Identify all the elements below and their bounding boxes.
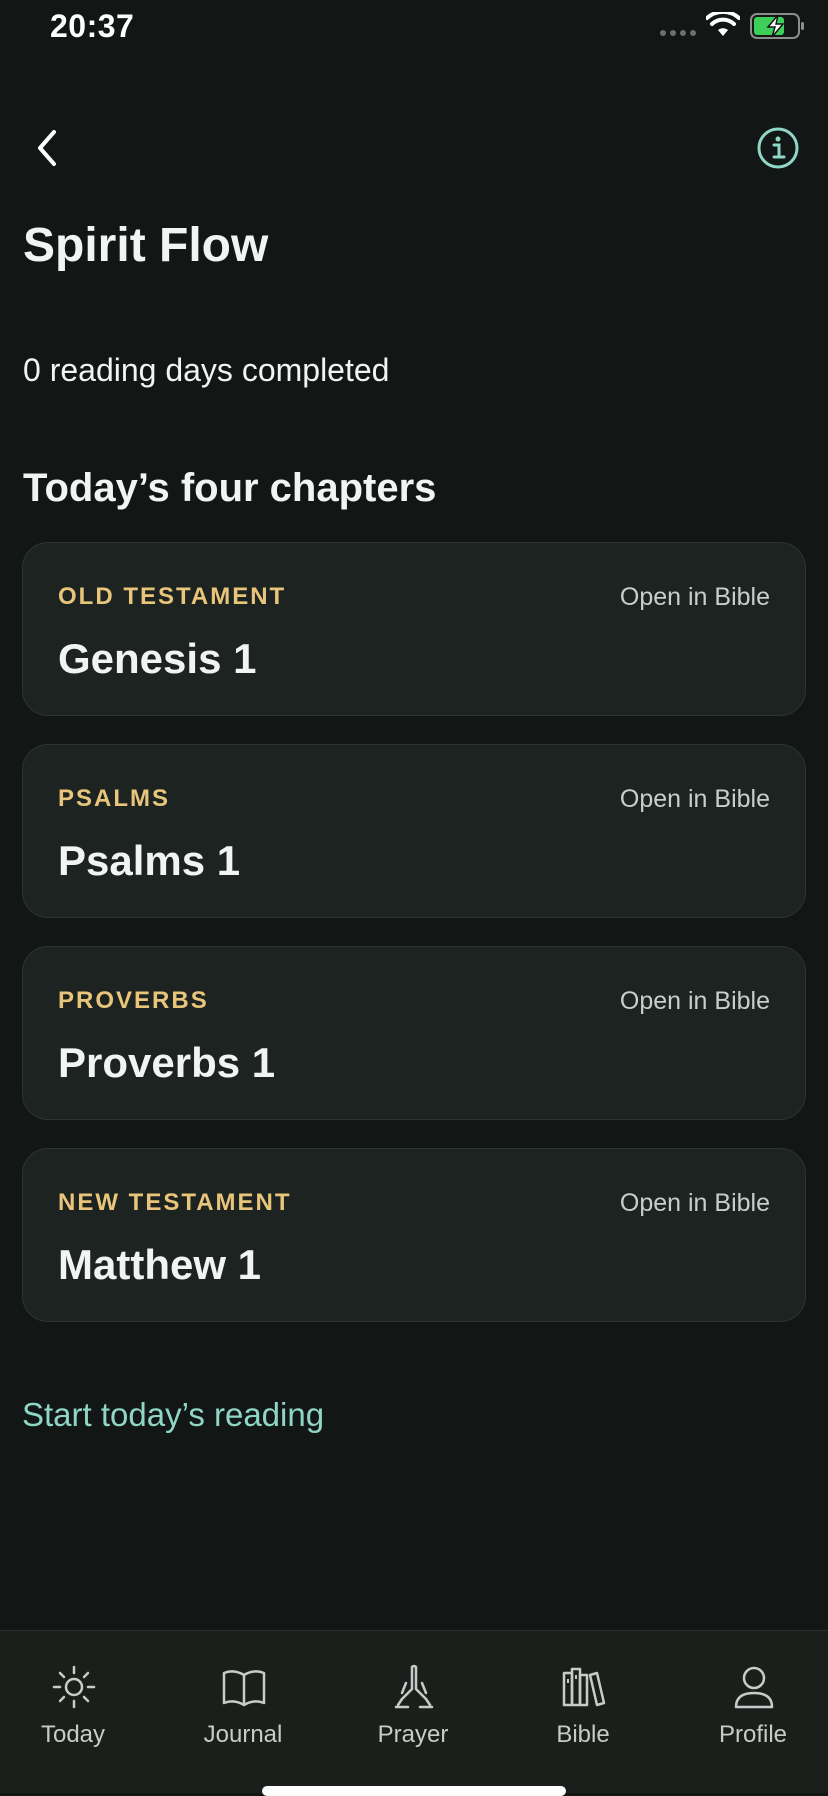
tab-label: Today [40, 1721, 106, 1748]
tab-prayer[interactable]: Prayer [348, 1663, 478, 1763]
praying-hands-icon [394, 1664, 434, 1709]
page-title: Spirit Flow [23, 219, 269, 272]
status-bar: 20:37 [0, 0, 828, 60]
status-time: 20:37 [50, 8, 135, 44]
home-indicator [262, 1786, 566, 1796]
chapter-card-psalms[interactable]: PSALMS Open in Bible Psalms 1 [22, 744, 806, 918]
bookshelf-icon [562, 1667, 606, 1707]
info-button[interactable] [756, 126, 800, 170]
open-in-bible-link[interactable]: Open in Bible [620, 987, 770, 1016]
tab-bible[interactable]: Bible [518, 1663, 648, 1763]
tab-profile[interactable]: Profile [688, 1663, 818, 1763]
tab-label: Prayer [377, 1721, 449, 1748]
chevron-left-icon [38, 130, 56, 166]
chapter-category-label: NEW TESTAMENT [58, 1189, 292, 1216]
chapter-card-new-testament[interactable]: NEW TESTAMENT Open in Bible Matthew 1 [22, 1148, 806, 1322]
reading-progress-text: 0 reading days completed [23, 352, 390, 388]
cellular-signal-icon [660, 30, 696, 36]
chapter-category-label: OLD TESTAMENT [58, 583, 287, 610]
tab-journal[interactable]: Journal [178, 1663, 308, 1763]
open-in-bible-link[interactable]: Open in Bible [620, 1189, 770, 1218]
section-title: Today’s four chapters [23, 466, 437, 510]
sun-icon [52, 1665, 96, 1709]
tab-today[interactable]: Today [8, 1663, 138, 1763]
chapter-title: Genesis 1 [58, 635, 257, 682]
start-reading-link[interactable]: Start today’s reading [22, 1396, 324, 1434]
tab-label: Journal [203, 1721, 283, 1748]
info-icon [757, 127, 799, 169]
chapter-title: Psalms 1 [58, 837, 241, 884]
chapter-title: Matthew 1 [58, 1241, 262, 1288]
person-icon [734, 1666, 774, 1709]
tab-label: Bible [556, 1721, 610, 1748]
chapter-category-label: PROVERBS [58, 987, 209, 1014]
open-in-bible-link[interactable]: Open in Bible [620, 583, 770, 612]
chapter-title: Proverbs 1 [58, 1039, 276, 1086]
tab-label: Profile [718, 1721, 788, 1748]
chapter-category-label: PSALMS [58, 785, 171, 812]
battery-charging-icon [750, 13, 804, 39]
wifi-icon [706, 12, 740, 36]
bottom-tab-bar: Today Journal Prayer Bible Profile [0, 1630, 828, 1793]
book-icon [222, 1670, 266, 1707]
chapter-card-old-testament[interactable]: OLD TESTAMENT Open in Bible Genesis 1 [22, 542, 806, 716]
back-button[interactable] [28, 124, 68, 172]
open-in-bible-link[interactable]: Open in Bible [620, 785, 770, 814]
chapter-card-proverbs[interactable]: PROVERBS Open in Bible Proverbs 1 [22, 946, 806, 1120]
